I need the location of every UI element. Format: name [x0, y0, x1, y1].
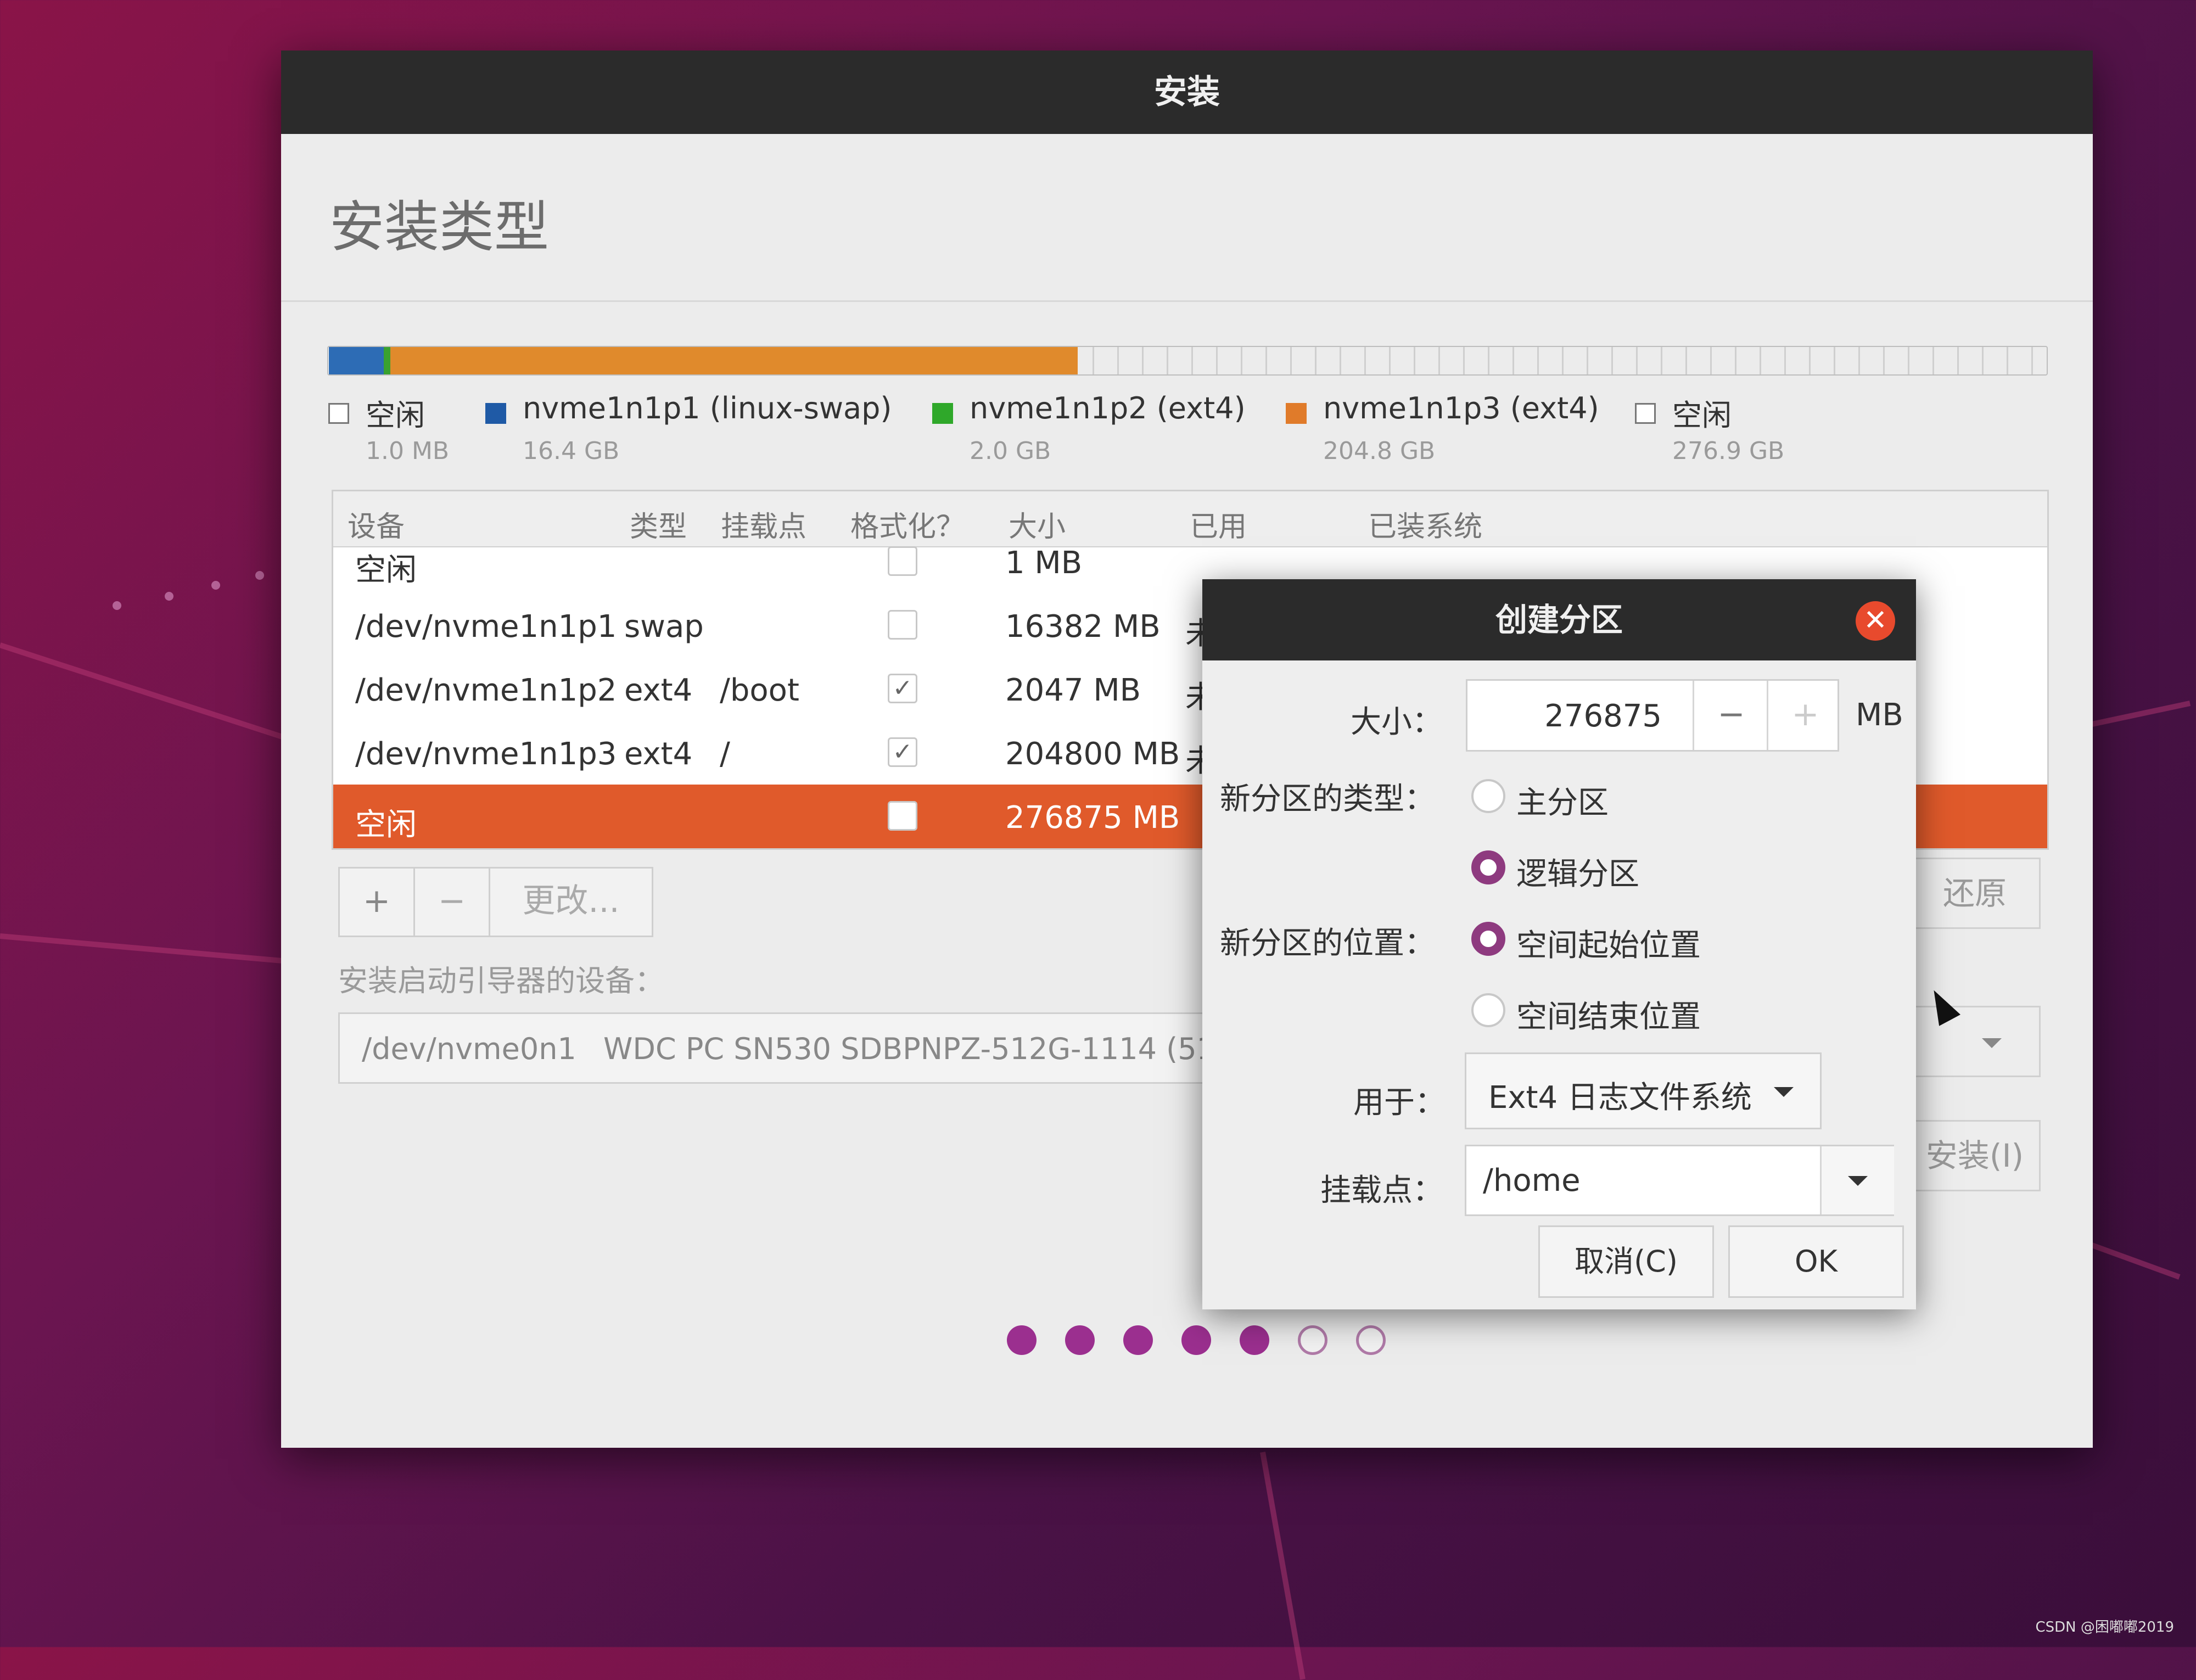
- start-label[interactable]: 空间起始位置: [1516, 921, 1701, 965]
- wallpaper-line: [0, 642, 294, 743]
- cell-mount: /boot: [720, 673, 799, 708]
- disk-segment: [390, 347, 1078, 374]
- legend-label: nvme1n1p3 (ext4): [1323, 391, 1599, 425]
- add-partition-button[interactable]: +: [338, 867, 415, 937]
- watermark: CSDN @困嘟嘟2019: [2035, 1619, 2174, 1636]
- cell-size: 16382 MB: [1005, 609, 1161, 645]
- create-partition-dialog: 创建分区 ✕ 大小： 276875 − + MB 新分区的类型： 主分区 逻辑分…: [1202, 579, 1916, 1309]
- page-title: 安装类型: [329, 195, 549, 259]
- chevron-down-icon: [1774, 1087, 1794, 1097]
- remove-partition-button[interactable]: −: [413, 867, 490, 937]
- wallpaper-dot: [113, 601, 121, 610]
- filesystem-value: Ext4 日志文件系统: [1488, 1080, 1752, 1116]
- mount-point-combo[interactable]: /home: [1465, 1145, 1894, 1216]
- cancel-button[interactable]: 取消(C): [1538, 1225, 1714, 1298]
- size-spinbox[interactable]: 276875 − +: [1466, 679, 1839, 752]
- disk-segment: [1078, 347, 2047, 374]
- increment-button[interactable]: +: [1767, 681, 1842, 750]
- close-icon[interactable]: ✕: [1856, 601, 1895, 641]
- radio-end[interactable]: [1471, 993, 1505, 1027]
- partition-location-label: 新分区的位置：: [1220, 926, 1435, 961]
- primary-label[interactable]: 主分区: [1516, 778, 1609, 822]
- cell-type: ext4: [624, 736, 693, 772]
- format-checkbox[interactable]: [888, 546, 917, 576]
- disk-usage-bar: [327, 346, 2048, 376]
- progress-dot-done: [1240, 1325, 1269, 1355]
- cell-type: swap: [624, 609, 704, 645]
- format-checkbox[interactable]: [888, 610, 917, 640]
- legend-label: 空闲: [1672, 398, 1732, 433]
- radio-primary[interactable]: [1471, 779, 1505, 813]
- legend-label: nvme1n1p2 (ext4): [970, 391, 1246, 425]
- window-title: 安装: [281, 51, 2093, 134]
- boot-device-model: WDC PC SN530 SDBPNPZ-512G-1114 (51: [603, 1032, 1215, 1066]
- cell-device: /dev/nvme1n1p1: [355, 609, 617, 645]
- end-label[interactable]: 空间结束位置: [1516, 992, 1701, 1037]
- legend-size: 204.8 GB: [1323, 437, 1436, 465]
- format-checkbox[interactable]: ✓: [888, 674, 917, 703]
- disk-segment: [328, 347, 384, 374]
- wallpaper-line: [0, 933, 285, 964]
- format-checkbox[interactable]: [888, 801, 917, 831]
- progress-dot-pending: [1298, 1325, 1327, 1355]
- progress-dot-done: [1007, 1325, 1037, 1355]
- cell-size: 204800 MB: [1005, 736, 1180, 772]
- cell-type: ext4: [624, 673, 693, 708]
- boot-device: /dev/nvme0n1: [362, 1032, 576, 1066]
- legend-swatch: [1635, 403, 1656, 424]
- legend-size: 1.0 MB: [366, 437, 450, 465]
- cell-device: 空闲: [355, 807, 417, 843]
- progress-dot-done: [1181, 1325, 1211, 1355]
- cell-size: 2047 MB: [1005, 673, 1141, 708]
- mount-point-label: 挂载点：: [1320, 1173, 1443, 1208]
- radio-logical[interactable]: [1471, 850, 1505, 884]
- cell-device: /dev/nvme1n1p3: [355, 736, 617, 772]
- format-checkbox[interactable]: ✓: [888, 737, 917, 767]
- legend-swatch: [932, 403, 953, 424]
- wallpaper-dot: [255, 571, 264, 580]
- wallpaper-dot: [165, 592, 173, 601]
- progress-dot-pending: [1356, 1325, 1386, 1355]
- chevron-down-icon: [1982, 1038, 2002, 1048]
- legend-size: 276.9 GB: [1672, 437, 1785, 465]
- dialog-title: 创建分区: [1202, 579, 1916, 660]
- cell-size: 1 MB: [1005, 545, 1083, 581]
- size-label: 大小：: [1351, 704, 1443, 740]
- wallpaper-line: [1260, 1452, 1306, 1680]
- logical-label[interactable]: 逻辑分区: [1516, 849, 1639, 894]
- legend-swatch: [485, 403, 506, 424]
- bootloader-dropdown-button[interactable]: [1909, 1006, 2041, 1077]
- mount-point-dropdown-button[interactable]: [1820, 1146, 1894, 1214]
- use-as-label: 用于：: [1353, 1085, 1446, 1121]
- legend-size: 16.4 GB: [523, 437, 620, 465]
- disk-segment: [383, 347, 391, 374]
- legend-label: 空闲: [366, 398, 425, 433]
- cell-size: 276875 MB: [1005, 800, 1180, 836]
- cell-device: 空闲: [355, 552, 417, 588]
- bootloader-label: 安装启动引导器的设备：: [338, 964, 664, 998]
- progress-dot-done: [1123, 1325, 1153, 1355]
- legend-swatch: [328, 403, 349, 424]
- chevron-down-icon: [1848, 1176, 1868, 1186]
- filesystem-select[interactable]: Ext4 日志文件系统: [1465, 1052, 1822, 1129]
- divider: [281, 300, 2093, 302]
- ok-button[interactable]: OK: [1728, 1225, 1904, 1298]
- legend-size: 2.0 GB: [970, 437, 1051, 465]
- revert-button[interactable]: 还原: [1909, 858, 2041, 929]
- size-unit: MB: [1856, 697, 1903, 733]
- legend-label: nvme1n1p1 (linux-swap): [523, 391, 892, 425]
- decrement-button[interactable]: −: [1693, 681, 1768, 750]
- mount-point-value[interactable]: /home: [1483, 1163, 1581, 1199]
- size-input[interactable]: 276875: [1544, 698, 1662, 734]
- partition-type-label: 新分区的类型：: [1220, 781, 1435, 817]
- install-now-button[interactable]: 安装(I): [1909, 1120, 2041, 1191]
- radio-start[interactable]: [1471, 922, 1505, 956]
- cell-mount: /: [720, 736, 730, 772]
- progress-dot-done: [1065, 1325, 1095, 1355]
- cell-device: /dev/nvme1n1p2: [355, 673, 617, 708]
- wallpaper-dot: [211, 581, 220, 590]
- legend-swatch: [1286, 403, 1307, 424]
- change-partition-button[interactable]: 更改...: [489, 867, 653, 937]
